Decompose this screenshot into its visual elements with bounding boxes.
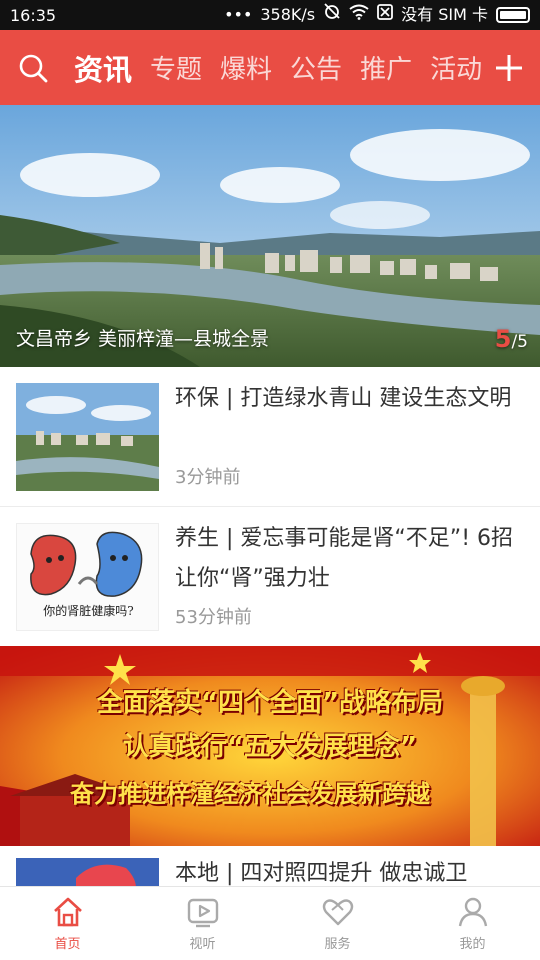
tabbar-service-label: 服务 (324, 937, 351, 952)
heart-icon (322, 899, 353, 926)
tabbar-home-label: 首页 (54, 937, 81, 952)
search-button[interactable] (16, 51, 50, 85)
user-icon (458, 897, 487, 927)
hero-total-pages: /5 (511, 332, 528, 352)
bottom-tab-bar: 首页 视听 服务 我的 (0, 886, 540, 960)
tab-news[interactable]: 资讯 (74, 47, 132, 89)
tabbar-video-label: 视听 (189, 937, 216, 952)
video-icon (187, 898, 218, 928)
alarm-off-icon (323, 0, 341, 30)
search-icon (19, 54, 48, 82)
news-title: 环保 | 打造绿水青山 建设生态文明 (175, 386, 512, 411)
hero-banner[interactable]: 文昌帝乡 美丽梓潼—县城全景 5/5 (0, 105, 540, 367)
tab-topics[interactable]: 专题 (150, 49, 202, 86)
network-speed: 358K/s (260, 5, 316, 24)
tabbar-profile-label: 我的 (459, 937, 486, 952)
promo-line-1: 全面落实“四个全面”战略布局 (96, 688, 444, 718)
battery-icon (496, 7, 530, 23)
hero-current-page: 5 (494, 325, 512, 353)
tabbar-home[interactable]: 首页 (0, 887, 135, 960)
thumb-caption: 你的肾脏健康吗? (43, 604, 134, 618)
plus-icon (496, 54, 522, 81)
news-thumbnail: 你的肾脏健康吗? (16, 523, 159, 631)
promo-line-3: 奋力推进梓潼经济社会发展新跨越 (70, 780, 430, 808)
news-time: 3分钟前 (175, 467, 241, 488)
status-bar: 16:35 ••• 358K/s 没有 SIM 卡 (0, 0, 540, 30)
status-icons: ••• 358K/s 没有 SIM 卡 (224, 0, 530, 30)
category-tabs: 资讯 专题 爆料 公告 推广 活动 (74, 47, 492, 89)
tabbar-profile[interactable]: 我的 (405, 887, 540, 960)
tab-events[interactable]: 活动 (430, 49, 482, 86)
news-item[interactable]: 你的肾脏健康吗? 养生 | 爱忘事可能是肾“不足”! 6招让你“肾”强力壮 53… (0, 507, 540, 647)
no-sim-icon (377, 0, 394, 30)
tabbar-video[interactable]: 视听 (135, 887, 270, 960)
promo-line-2: 认真践行“五大发展理念” (122, 732, 418, 762)
tab-tips[interactable]: 爆料 (220, 49, 272, 86)
sim-status: 没有 SIM 卡 (401, 5, 488, 24)
home-icon (53, 897, 82, 927)
hero-caption: 文昌帝乡 美丽梓潼—县城全景 (16, 328, 270, 350)
news-thumbnail (16, 383, 159, 491)
top-nav: 资讯 专题 爆料 公告 推广 活动 (0, 30, 540, 105)
promo-banner[interactable]: 全面落实“四个全面”战略布局 认真践行“五大发展理念” 奋力推进梓潼经济社会发展… (0, 646, 540, 846)
news-time: 53分钟前 (175, 607, 252, 628)
status-dots: ••• (224, 5, 253, 24)
wifi-icon (349, 0, 369, 30)
hero-pager: 5/5 (495, 325, 528, 353)
status-time: 16:35 (10, 5, 57, 25)
tab-notices[interactable]: 公告 (290, 49, 342, 86)
tab-promotion[interactable]: 推广 (360, 49, 412, 86)
news-item[interactable]: 环保 | 打造绿水青山 建设生态文明 3分钟前 (0, 367, 540, 507)
add-channel-button[interactable] (492, 51, 526, 85)
tabbar-service[interactable]: 服务 (270, 887, 405, 960)
news-title: 养生 | 爱忘事可能是肾“不足”! 6招让你“肾”强力壮 (175, 526, 514, 591)
